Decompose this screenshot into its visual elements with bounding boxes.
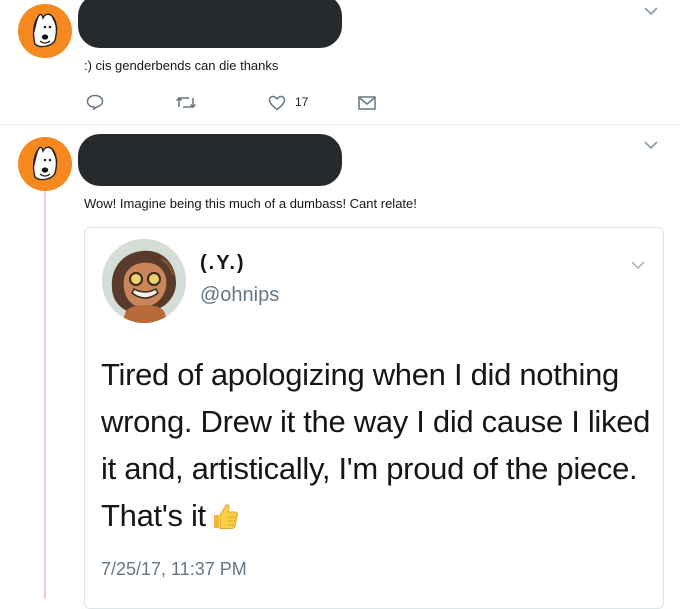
redacted-username — [78, 0, 342, 48]
avatar[interactable] — [18, 4, 72, 58]
chevron-down-icon[interactable] — [640, 138, 662, 152]
artwork-avatar-icon — [102, 239, 186, 323]
chevron-down-icon[interactable] — [627, 258, 649, 272]
thumbs-up-icon — [213, 504, 238, 529]
like-icon[interactable] — [268, 95, 286, 111]
dog-icon — [32, 13, 58, 48]
reply-icon[interactable] — [86, 94, 104, 110]
avatar[interactable] — [18, 137, 72, 191]
tweet-text: Wow! Imagine being this much of a dumbas… — [84, 196, 417, 211]
quoted-handle[interactable]: @ohnips — [200, 284, 279, 307]
retweet-icon[interactable] — [175, 95, 197, 110]
quoted-tweet-text: Tired of apologizing when I did nothing … — [101, 351, 653, 539]
redacted-username — [78, 134, 342, 186]
like-count: 17 — [295, 95, 309, 109]
message-icon[interactable] — [358, 96, 376, 110]
tweet-text: :) cis genderbends can die thanks — [84, 58, 279, 73]
quoted-body-text: Tired of apologizing when I did nothing … — [101, 357, 651, 533]
dog-icon — [32, 146, 58, 181]
quoted-timestamp[interactable]: 7/25/17, 11:37 PM — [101, 559, 247, 580]
quoted-avatar[interactable] — [102, 239, 186, 323]
divider — [0, 124, 680, 125]
thread-line — [44, 186, 46, 599]
quoted-tweet[interactable]: (.Y.) @ohnips Tired of apologizing when … — [84, 227, 664, 609]
quoted-display-name[interactable]: (.Y.) — [200, 252, 246, 275]
chevron-down-icon[interactable] — [640, 4, 662, 18]
